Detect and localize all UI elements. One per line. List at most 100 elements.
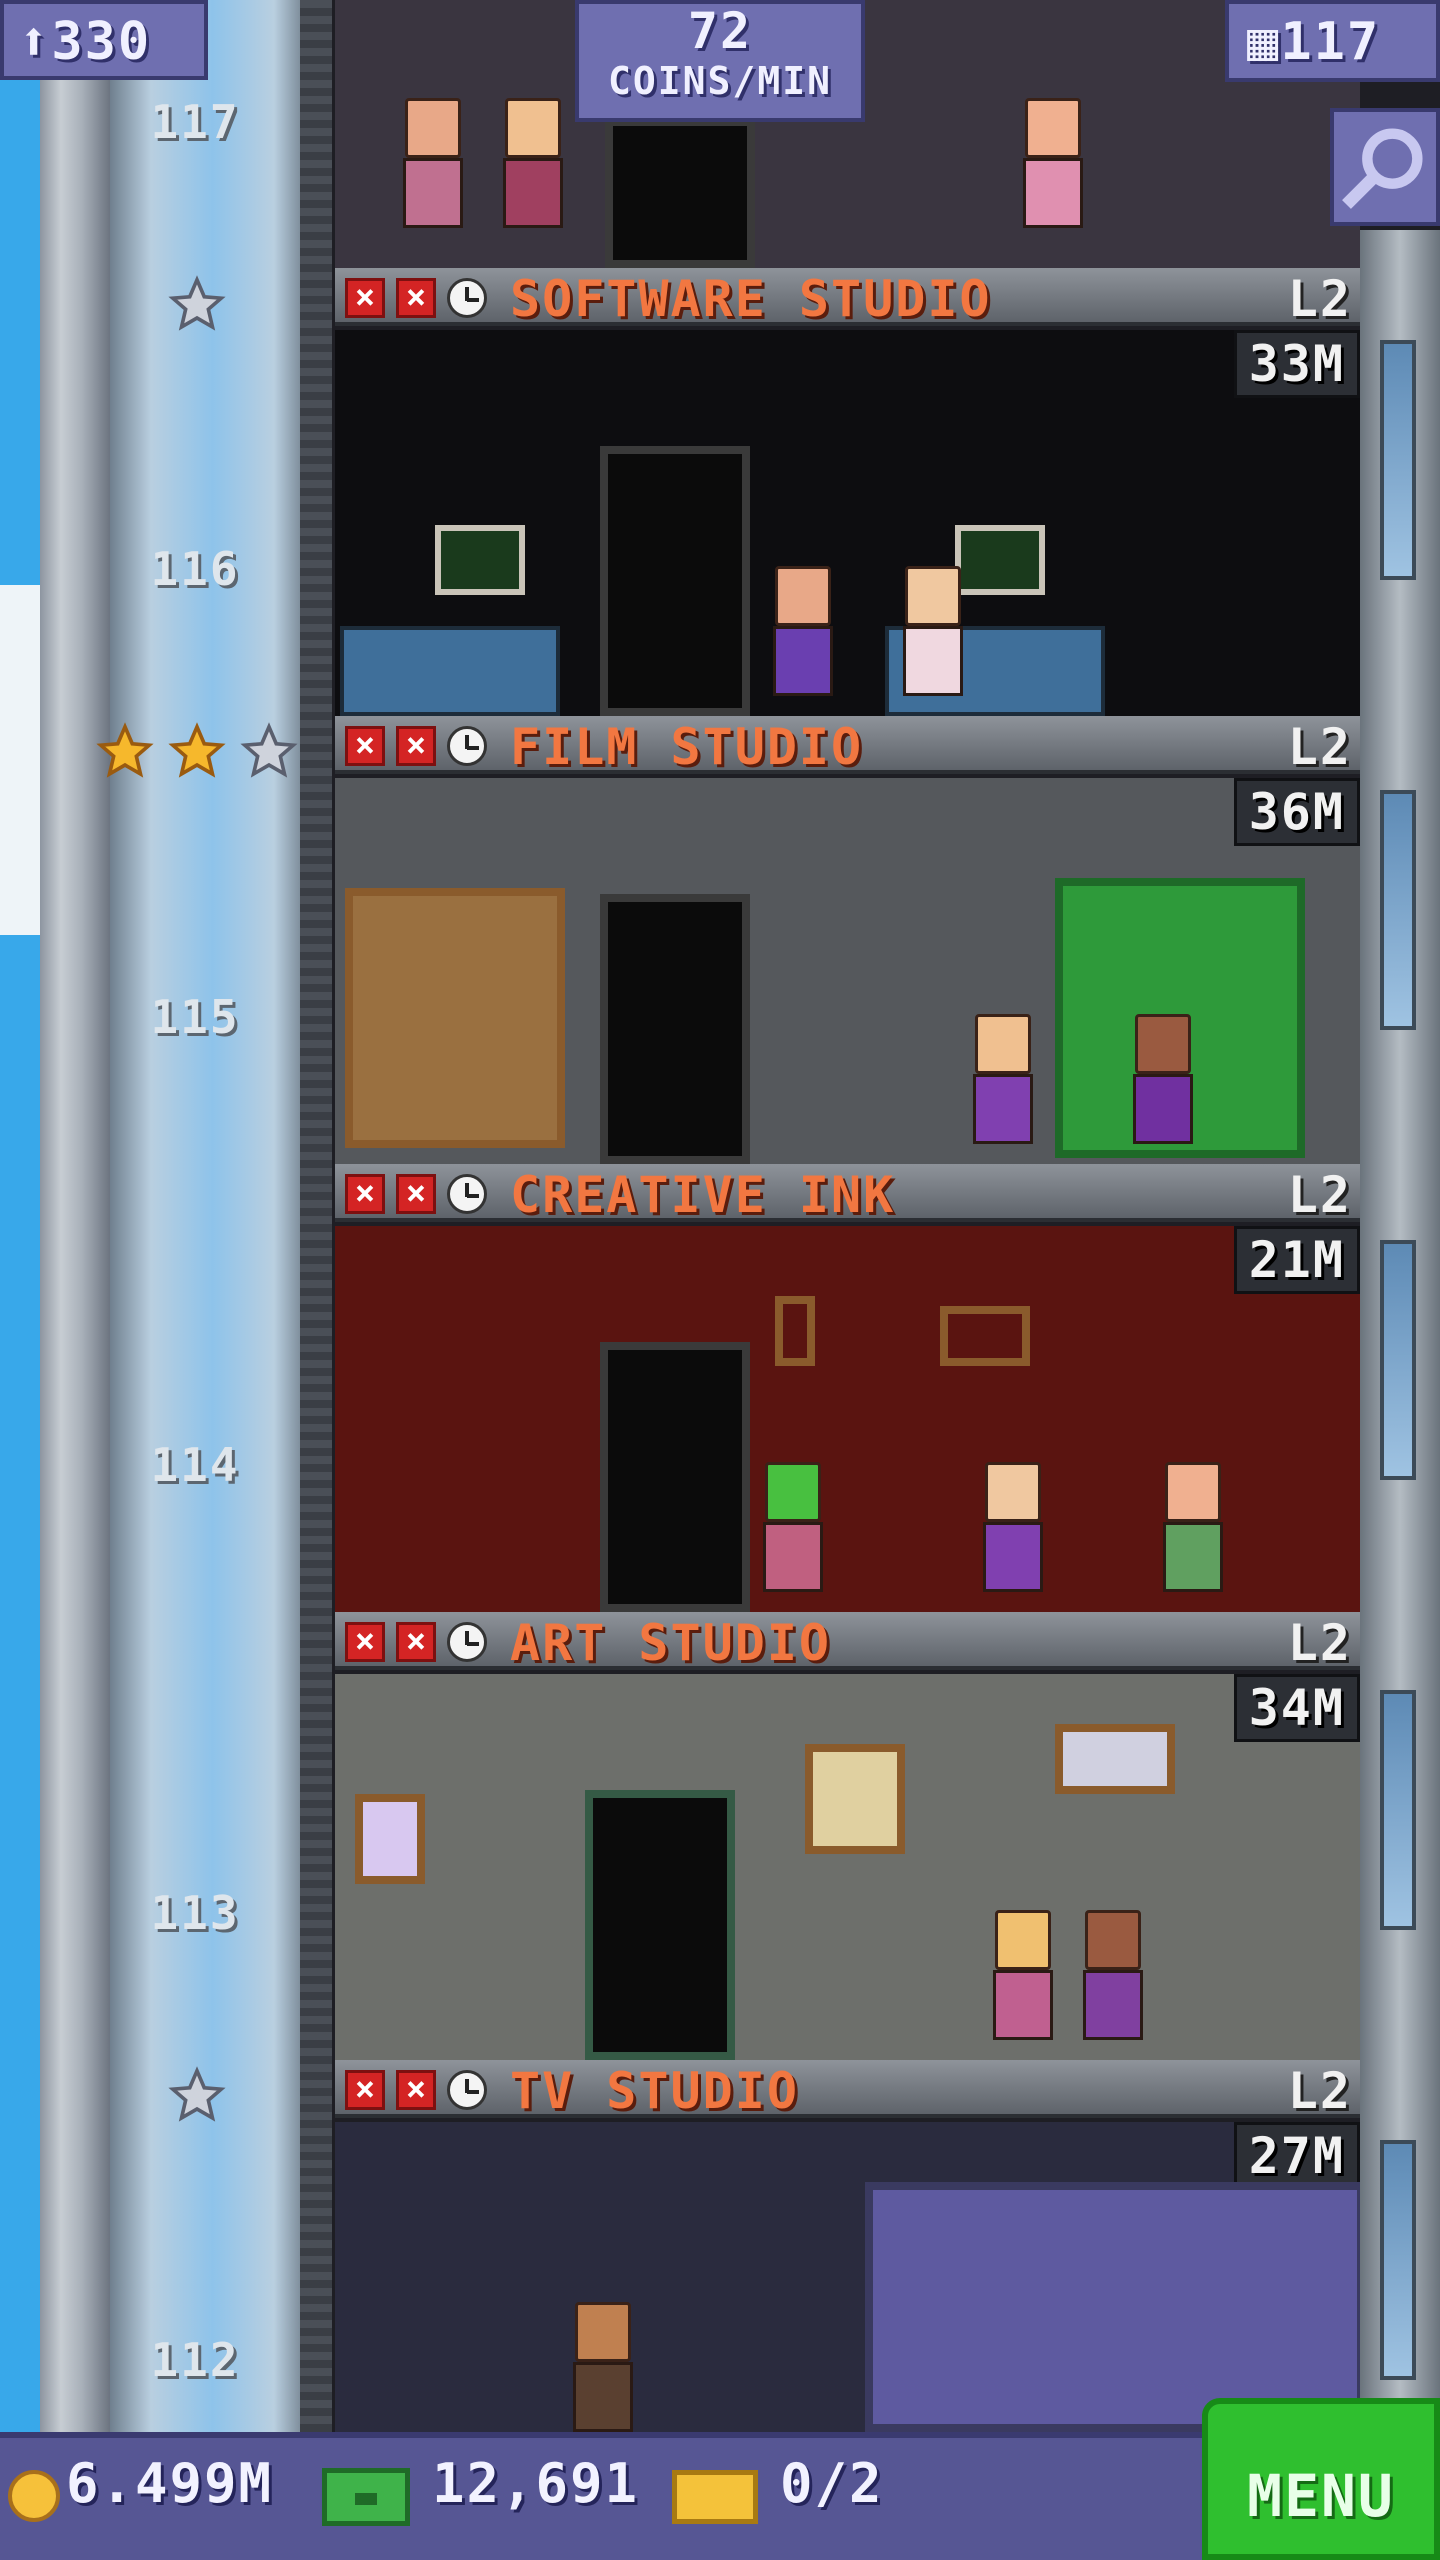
- coins-rate-display: 72 COINS/MIN: [575, 0, 865, 122]
- resident[interactable]: [495, 98, 565, 248]
- floor-counter[interactable]: ▦117: [1225, 0, 1440, 82]
- tower-window: [1380, 2140, 1416, 2380]
- clock-icon: [447, 726, 487, 766]
- resident[interactable]: [985, 1910, 1055, 2060]
- wood-panel: [345, 888, 565, 1148]
- magnifier-icon: [1342, 128, 1423, 209]
- floor-banner: × × TV STUDIO L2: [335, 2060, 1360, 2120]
- clock-icon: [447, 2070, 487, 2110]
- floor-room: 33M: [335, 330, 1360, 716]
- floor-stock: 21M: [1233, 1226, 1360, 1294]
- x-icon: ×: [345, 278, 385, 318]
- sky: [0, 0, 40, 2450]
- floor-count-value: 117: [1280, 12, 1381, 72]
- floor-name: ART STUDIO: [510, 1614, 832, 1672]
- floor-level: L2: [1287, 718, 1352, 776]
- elevator-floor-number: 112: [150, 2333, 240, 2387]
- door: [600, 446, 750, 716]
- resident[interactable]: [755, 1462, 825, 1612]
- monitor: [435, 525, 525, 595]
- picture-frame: [775, 1296, 815, 1366]
- floor-film-studio[interactable]: × × FILM STUDIO L2 36M: [335, 716, 1360, 1164]
- elevator-floor-number: 117: [150, 95, 240, 149]
- floor-software-studio[interactable]: × × SOFTWARE STUDIO L2 33M: [335, 268, 1360, 716]
- resident[interactable]: [395, 98, 465, 248]
- floor-banner: × × ART STUDIO L2: [335, 1612, 1360, 1672]
- coin-icon: [8, 2470, 60, 2522]
- floor-level: L2: [1287, 1166, 1352, 1224]
- x-icon: ×: [396, 278, 436, 318]
- star-empty-icon: [168, 2066, 226, 2124]
- x-icon: ×: [396, 1174, 436, 1214]
- x-icon: ×: [345, 726, 385, 766]
- resident[interactable]: [1155, 1462, 1225, 1612]
- floor-banner: × × CREATIVE INK L2: [335, 1164, 1360, 1224]
- floor-room: 21M: [335, 1226, 1360, 1612]
- floor-level: L2: [1287, 1614, 1352, 1672]
- tower-window: [1380, 1690, 1416, 1930]
- elevator-floor-number: 114: [150, 1438, 240, 1492]
- tv-backdrop: [865, 2182, 1360, 2432]
- resident[interactable]: [565, 2302, 635, 2432]
- ticket-icon: [672, 2470, 758, 2524]
- floor-banner: × × SOFTWARE STUDIO L2: [335, 268, 1360, 328]
- star-empty-icon: [168, 275, 226, 333]
- floor-room: 36M: [335, 778, 1360, 1164]
- elevator-floor-number: 115: [150, 990, 240, 1044]
- door: [600, 1342, 750, 1612]
- building-icon: ▦: [1247, 12, 1281, 72]
- cloud: [0, 585, 40, 935]
- elevator-floor-number: 116: [150, 542, 240, 596]
- picture-frame: [940, 1306, 1030, 1366]
- zoom-button[interactable]: [1330, 108, 1440, 226]
- floor-stock: 34M: [1233, 1674, 1360, 1742]
- door: [605, 118, 755, 268]
- door: [585, 1790, 735, 2060]
- floor-stock: 33M: [1233, 330, 1360, 398]
- resident[interactable]: [1015, 98, 1085, 248]
- floor-stock: 36M: [1233, 778, 1360, 846]
- tower-window: [1380, 1240, 1416, 1480]
- floor-name: CREATIVE INK: [510, 1166, 896, 1224]
- resident[interactable]: [765, 566, 835, 716]
- star-gold-icon: [96, 722, 154, 780]
- tower-window: [1380, 790, 1416, 1030]
- tower-edge: [40, 0, 110, 2450]
- floor-tv-studio[interactable]: × × TV STUDIO L2 27M: [335, 2060, 1360, 2432]
- floor-creative-ink[interactable]: × × CREATIVE INK L2 21M: [335, 1164, 1360, 1612]
- population-value: 330: [51, 12, 152, 72]
- star-gold-icon: [168, 722, 226, 780]
- bux-icon: [322, 2468, 410, 2526]
- coins-rate-unit: COINS/MIN: [608, 59, 832, 103]
- door: [600, 894, 750, 1164]
- clock-icon: [447, 1174, 487, 1214]
- resident[interactable]: [965, 1014, 1035, 1164]
- coins-rate-value: 72: [687, 2, 753, 60]
- floor-banner: × × FILM STUDIO L2: [335, 716, 1360, 776]
- floor-room: 34M: [335, 1674, 1360, 2060]
- resident[interactable]: [1075, 1910, 1145, 2060]
- resident[interactable]: [895, 566, 965, 716]
- clock-icon: [447, 1622, 487, 1662]
- elevator-floor-number: 113: [150, 1886, 240, 1940]
- population-counter[interactable]: ⬆330: [0, 0, 208, 80]
- floor-level: L2: [1287, 270, 1352, 328]
- floor-art-studio[interactable]: × × ART STUDIO L2 34M: [335, 1612, 1360, 2060]
- x-icon: ×: [345, 2070, 385, 2110]
- picture-frame: [805, 1744, 905, 1854]
- resident[interactable]: [975, 1462, 1045, 1612]
- clock-icon: [447, 278, 487, 318]
- floor-name: TV STUDIO: [510, 2062, 799, 2120]
- picture-frame: [355, 1794, 425, 1884]
- x-icon: ×: [345, 1174, 385, 1214]
- desk: [340, 626, 560, 716]
- picture-frame: [1055, 1724, 1175, 1794]
- resident[interactable]: [1125, 1014, 1195, 1164]
- elevator-rail: [300, 0, 332, 2450]
- floor-level: L2: [1287, 2062, 1352, 2120]
- floor-name: FILM STUDIO: [510, 718, 864, 776]
- menu-button[interactable]: MENU: [1202, 2398, 1440, 2560]
- floor-name: SOFTWARE STUDIO: [510, 270, 992, 328]
- coins-value: 6.499M: [66, 2452, 274, 2515]
- person-icon: ⬆: [18, 12, 52, 72]
